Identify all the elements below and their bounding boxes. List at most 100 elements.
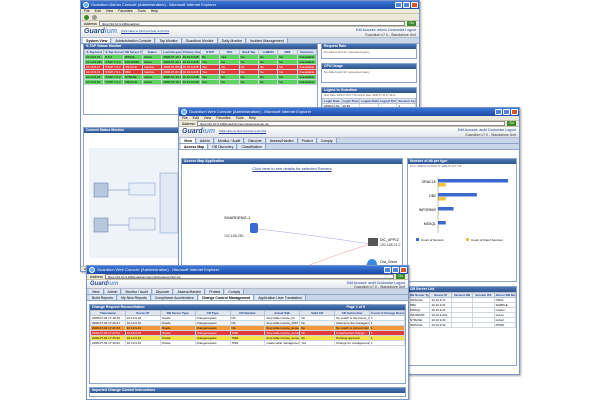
table-row[interactable]: ORACLE 10.10.9.52 PROD [408, 322, 516, 328]
tab-monitor-audit[interactable]: Monitor / Audit [214, 138, 245, 143]
tab-comply[interactable]: Comply [317, 138, 337, 143]
back-arrow-icon[interactable] [84, 14, 89, 20]
column-header[interactable]: Count of Change Records [369, 310, 405, 316]
column-header[interactable]: Logout Date [359, 98, 379, 104]
table-cell: STAP-7.0.1 [103, 69, 124, 75]
menu-edit[interactable]: Edit [193, 116, 199, 120]
maximize-button[interactable] [503, 109, 510, 115]
address-input[interactable]: https://10.10.9.248/guardium/reports/acc… [196, 121, 506, 126]
go-button[interactable]: Go [507, 121, 516, 126]
column-header[interactable]: DB Server Type [122, 49, 143, 55]
tab-application-user-translation[interactable]: Application User Translation [255, 295, 306, 300]
tab-assess-harden[interactable]: Assess/Harden [174, 289, 206, 294]
menu-edit[interactable]: Edit [95, 9, 101, 13]
db-type-bar-chart: ORACLE DB2 INFORMIX MSSQL Count of Servers Co… [416, 177, 508, 242]
tab-compliance-accelerators[interactable]: Compliance Accelerators [151, 295, 198, 300]
menu-favorites[interactable]: Favorites [118, 9, 132, 13]
column-header[interactable]: Version OS [472, 292, 495, 298]
table-cell: 10.10.9.52 [84, 79, 105, 85]
column-header[interactable]: Last Response Received [161, 49, 182, 55]
tab-admin[interactable]: Admin [104, 289, 122, 294]
tab-monitor-audit[interactable]: Monitor / Audit [122, 289, 152, 294]
table-cell: No [219, 79, 240, 85]
tab-admin[interactable]: Admin [196, 138, 214, 143]
table-row[interactable]: 2008-07-03 17:30:02 10.10.9.16 Oracle chang… [90, 340, 405, 346]
menu-favorites[interactable]: Favorites [216, 116, 230, 120]
tab-comply[interactable]: Comply [225, 289, 245, 294]
column-header[interactable]: Version DB [450, 292, 474, 298]
browser-toolbar [81, 14, 419, 21]
column-header[interactable]: Instances [296, 49, 317, 55]
tab-build-reports[interactable]: Build Reports [89, 295, 118, 300]
column-header[interactable]: S-Tap Host [84, 49, 105, 55]
window-title: Guardium Web Console (Administration) - … [97, 267, 220, 272]
account-links[interactable]: Edit Account: audit Customize Logout [458, 128, 516, 132]
node-shardeng[interactable]: SHARDENG-1 192.168.250. [224, 215, 258, 238]
column-header[interactable]: Server DB Name [493, 292, 516, 298]
bar [438, 221, 446, 225]
tab-access-map[interactable]: Access Map [181, 144, 209, 149]
column-header[interactable]: Logout Time [377, 98, 398, 104]
legend-swatch [416, 238, 419, 241]
table-cell: 10.10.9.248 [180, 59, 201, 65]
menu-tools[interactable]: Tools [236, 116, 244, 120]
column-header[interactable]: DB Server Type [408, 292, 431, 298]
tab-change-control-management[interactable]: Change Control Management [198, 295, 255, 300]
column-header[interactable]: Login Date [322, 98, 342, 104]
tab-protect[interactable]: Protect [206, 289, 225, 294]
menu-tools[interactable]: Tools [138, 9, 146, 13]
window-titlebar[interactable]: Guardium Admin Console (Administration) … [81, 1, 419, 9]
column-header[interactable]: Login Time [340, 98, 361, 104]
tab-view[interactable]: View [181, 138, 196, 143]
tab-classification[interactable]: Classification [238, 144, 267, 149]
guardium-logo: Guardium [84, 28, 118, 35]
window-titlebar[interactable]: Guardium Web Console (Administration) - … [87, 266, 408, 274]
go-button[interactable]: Go [396, 274, 405, 279]
legend-label: Count of Servers [421, 238, 444, 242]
minimize-button[interactable] [495, 109, 502, 115]
tab-assess-harden[interactable]: Assess/Harden [266, 138, 298, 143]
tab-view[interactable]: View [89, 289, 104, 294]
close-button[interactable] [400, 267, 407, 273]
column-header[interactable]: S-Tap Version [103, 49, 124, 55]
address-input[interactable]: https://10.10.9.248/guardium [98, 21, 406, 26]
bar [438, 193, 477, 197]
close-button[interactable] [411, 2, 418, 8]
table-cell: 10.10.9.248 [180, 64, 201, 70]
column-header[interactable]: Primary Host Name [180, 49, 201, 55]
menu-help[interactable]: Help [249, 116, 256, 120]
window-titlebar[interactable]: Guardium Web Console (Administration) - … [179, 108, 519, 116]
tab-protect[interactable]: Protect [298, 138, 317, 143]
account-links[interactable]: Edit Account: admin Customize Logout [356, 28, 416, 32]
pager[interactable]: Page 1 of 9 [347, 305, 405, 310]
column-header[interactable]: Session Count [396, 98, 416, 104]
menu-help[interactable]: Help [151, 9, 158, 13]
table-cell: changerequest [194, 340, 231, 346]
tab-discover[interactable]: Discover [152, 289, 174, 294]
tab-db-discovery[interactable]: DB Discovery [209, 144, 238, 149]
address-input[interactable]: https://10.10.9.248/guardium/reports/cha… [104, 274, 395, 279]
internet-explorer-icon [181, 109, 187, 115]
menu-file[interactable]: File [182, 116, 188, 120]
table-row[interactable]: 10.10.9.52 STAP-7.0.2 ORACLE Active 2008-07-… [84, 79, 317, 85]
table-cell: No match to the bonus_account table [334, 315, 370, 321]
imported-instructions-panel: Imported Change Control Instructions [89, 387, 406, 397]
forward-arrow-icon[interactable] [92, 14, 97, 20]
table-cell: No [257, 79, 279, 85]
help-link[interactable]: Click Here to find out how to do this [219, 129, 266, 133]
menu-file[interactable]: File [84, 9, 90, 13]
tab-discover[interactable]: Discover [245, 138, 266, 143]
tab-my-new-reports[interactable]: My New Reports [118, 295, 151, 300]
go-button[interactable]: Go [407, 21, 416, 26]
no-data-note: No data found for requested query [324, 50, 370, 54]
close-button[interactable] [511, 109, 518, 115]
help-link[interactable]: Click Here to Find out how to do this [121, 29, 169, 33]
node-dic-app12[interactable]: DIC_APP12 192.168.21.2 [368, 238, 400, 247]
table-cell: 2008-07-10 16:12 [161, 59, 182, 65]
menu-view[interactable]: View [204, 116, 212, 120]
maximize-button[interactable] [403, 2, 410, 8]
maximize-button[interactable] [392, 267, 399, 273]
menu-view[interactable]: View [106, 9, 114, 13]
minimize-button[interactable] [384, 267, 391, 273]
minimize-button[interactable] [395, 2, 402, 8]
